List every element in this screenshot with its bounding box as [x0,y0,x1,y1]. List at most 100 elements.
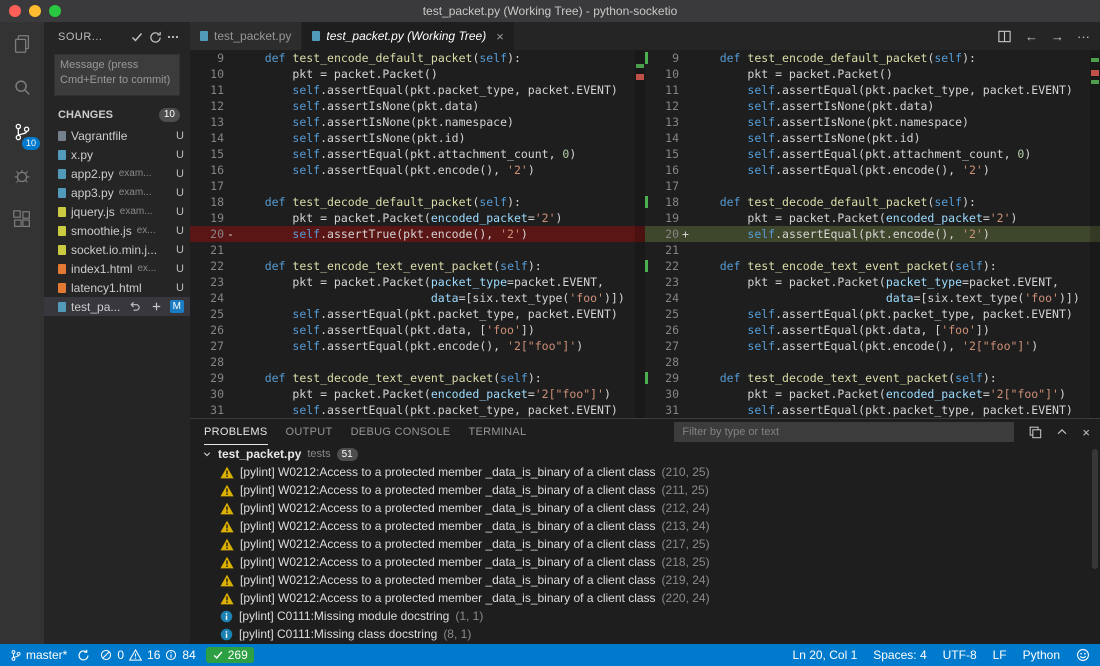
code-line[interactable]: 9 def test_encode_default_packet(self): [190,50,645,66]
code-line[interactable]: 15 self.assertEqual(pkt.attachment_count… [190,146,645,162]
scm-file-row[interactable]: app2.pyexam...U [44,164,190,183]
changes-section-header[interactable]: CHANGES 10 [44,104,190,126]
code-line[interactable]: 24 data=[six.text_type('foo')]) [645,290,1100,306]
code-line[interactable]: 12 self.assertIsNone(pkt.data) [190,98,645,114]
tab-test-packet-working-tree[interactable]: test_packet.py (Working Tree) × [302,22,514,50]
code-line[interactable]: 19 pkt = packet.Packet(encoded_packet='2… [190,210,645,226]
code-line[interactable]: 28 [190,354,645,370]
commit-message-input[interactable] [54,54,180,96]
code-line[interactable]: 9 def test_encode_default_packet(self): [645,50,1100,66]
code-line[interactable]: 20+ self.assertEqual(pkt.encode(), '2') [645,226,1100,242]
code-line[interactable]: 25 self.assertEqual(pkt.packet_type, pac… [645,306,1100,322]
editor-more-actions-icon[interactable]: ··· [1077,30,1090,43]
code-line[interactable]: 29 def test_decode_text_event_packet(sel… [645,370,1100,386]
scm-file-row[interactable]: app3.pyexam...U [44,183,190,202]
overview-ruler[interactable] [635,50,645,418]
problem-row[interactable]: [pylint] W0212:Access to a protected mem… [190,481,1100,499]
tab-terminal[interactable]: TERMINAL [468,419,526,445]
problems-group-header[interactable]: test_packet.py tests 51 [190,445,1100,463]
code-line[interactable]: 23 pkt = packet.Packet(packet_type=packe… [190,274,645,290]
code-line[interactable]: 21 [645,242,1100,258]
code-line[interactable]: 20- self.assertTrue(pkt.encode(), '2') [190,226,645,242]
problem-row[interactable]: [pylint] W0212:Access to a protected mem… [190,553,1100,571]
code-line[interactable]: 31 self.assertEqual(pkt.packet_type, pac… [645,402,1100,418]
code-line[interactable]: 26 self.assertEqual(pkt.data, ['foo']) [190,322,645,338]
tab-test-packet[interactable]: test_packet.py [190,22,302,50]
activity-explorer[interactable] [0,22,44,66]
problem-row[interactable]: [pylint] W0212:Access to a protected mem… [190,499,1100,517]
problems-filter-input[interactable] [674,422,1014,442]
code-line[interactable]: 13 self.assertIsNone(pkt.namespace) [190,114,645,130]
code-line[interactable]: 11 self.assertEqual(pkt.packet_type, pac… [190,82,645,98]
scm-file-row[interactable]: x.pyU [44,145,190,164]
activity-source-control[interactable]: 10 [0,110,44,154]
code-line[interactable]: 10 pkt = packet.Packet() [190,66,645,82]
code-line[interactable]: 18 def test_decode_default_packet(self): [190,194,645,210]
code-line[interactable]: 30 pkt = packet.Packet(encoded_packet='2… [190,386,645,402]
language-mode[interactable]: Python [1023,648,1060,662]
navigate-forward-icon[interactable]: → [1051,30,1064,43]
code-line[interactable]: 12 self.assertIsNone(pkt.data) [645,98,1100,114]
problem-row[interactable]: [pylint] C0111:Missing module docstring(… [190,607,1100,625]
code-line[interactable]: 27 self.assertEqual(pkt.encode(), '2["fo… [190,338,645,354]
problem-row[interactable]: [pylint] W0212:Access to a protected mem… [190,517,1100,535]
code-line[interactable]: 23 pkt = packet.Packet(packet_type=packe… [645,274,1100,290]
code-line[interactable]: 28 [645,354,1100,370]
problems-summary[interactable]: 0 16 84 [100,648,195,662]
code-line[interactable]: 30 pkt = packet.Packet(encoded_packet='2… [645,386,1100,402]
code-line[interactable]: 19 pkt = packet.Packet(encoded_packet='2… [645,210,1100,226]
tab-output[interactable]: OUTPUT [286,419,333,445]
discard-changes-icon[interactable] [126,300,144,313]
problem-row[interactable]: [pylint] W0212:Access to a protected mem… [190,571,1100,589]
activity-debug[interactable] [0,154,44,198]
code-line[interactable]: 24 data=[six.text_type('foo')]) [190,290,645,306]
feedback-smiley-icon[interactable] [1076,648,1090,662]
cursor-position[interactable]: Ln 20, Col 1 [793,648,858,662]
split-editor-icon[interactable] [997,29,1012,44]
scm-file-row[interactable]: smoothie.jsex...U [44,221,190,240]
commit-button[interactable] [128,30,146,44]
minimize-window-button[interactable] [29,5,41,17]
stage-changes-icon[interactable] [148,300,166,313]
code-line[interactable]: 15 self.assertEqual(pkt.attachment_count… [645,146,1100,162]
code-line[interactable]: 11 self.assertEqual(pkt.packet_type, pac… [645,82,1100,98]
code-line[interactable]: 27 self.assertEqual(pkt.encode(), '2["fo… [645,338,1100,354]
scm-file-row[interactable]: socket.io.min.j...U [44,240,190,259]
maximize-panel-icon[interactable] [1055,425,1069,439]
scm-file-row[interactable]: jquery.jsexam...U [44,202,190,221]
code-line[interactable]: 14 self.assertIsNone(pkt.id) [645,130,1100,146]
close-tab-icon[interactable]: × [496,29,504,44]
scm-file-row[interactable]: test_pa...M [44,297,190,316]
eol-setting[interactable]: LF [993,648,1007,662]
git-branch-indicator[interactable]: master* [10,648,67,662]
refresh-button[interactable] [146,31,164,44]
code-line[interactable]: 14 self.assertIsNone(pkt.id) [190,130,645,146]
navigate-back-icon[interactable]: ← [1025,30,1038,43]
code-line[interactable]: 26 self.assertEqual(pkt.data, ['foo']) [645,322,1100,338]
activity-search[interactable] [0,66,44,110]
code-line[interactable]: 17 [190,178,645,194]
code-line[interactable]: 29 def test_decode_text_event_packet(sel… [190,370,645,386]
code-line[interactable]: 18 def test_decode_default_packet(self): [645,194,1100,210]
code-line[interactable]: 25 self.assertEqual(pkt.packet_type, pac… [190,306,645,322]
encoding-setting[interactable]: UTF-8 [943,648,977,662]
code-line[interactable]: 13 self.assertIsNone(pkt.namespace) [645,114,1100,130]
problem-row[interactable]: [pylint] W0212:Access to a protected mem… [190,589,1100,607]
zoom-window-button[interactable] [49,5,61,17]
code-line[interactable]: 10 pkt = packet.Packet() [645,66,1100,82]
scm-file-row[interactable]: latency1.htmlU [44,278,190,297]
code-line[interactable]: 16 self.assertEqual(pkt.encode(), '2') [645,162,1100,178]
indentation-setting[interactable]: Spaces: 4 [873,648,926,662]
code-line[interactable]: 17 [645,178,1100,194]
git-sync-button[interactable] [77,649,90,662]
tab-debug-console[interactable]: DEBUG CONSOLE [351,419,451,445]
activity-extensions[interactable] [0,198,44,242]
problem-row[interactable]: [pylint] C0111:Missing class docstring(8… [190,625,1100,643]
code-line[interactable]: 22 def test_encode_text_event_packet(sel… [645,258,1100,274]
overview-ruler[interactable] [1090,50,1100,418]
code-line[interactable]: 21 [190,242,645,258]
scm-file-row[interactable]: index1.htmlex...U [44,259,190,278]
tab-problems[interactable]: PROBLEMS [204,419,268,445]
close-panel-icon[interactable]: × [1082,426,1090,439]
problem-row[interactable]: [pylint] W0212:Access to a protected mem… [190,535,1100,553]
